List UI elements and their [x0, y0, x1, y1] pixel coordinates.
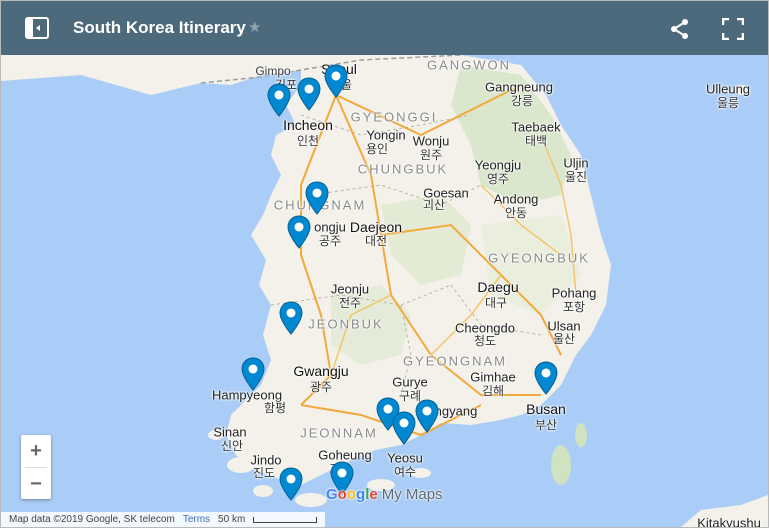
zoom-in-button[interactable]: + [21, 435, 51, 467]
terms-link[interactable]: Terms [183, 514, 210, 525]
label-gwangju: Gwangju [293, 363, 349, 379]
label-ulleung: Ulleung [705, 81, 751, 97]
label-hampyeong-kr: 함평 [263, 401, 287, 415]
label-yongin: Yongin [366, 127, 406, 143]
label-sinan-kr: 신안 [220, 439, 244, 453]
label-gyeongbuk: GYEONGBUK [488, 250, 590, 266]
label-taebaek-kr: 태백 [524, 134, 548, 148]
map-embed-frame: South Korea Itinerary ★ GANGWON GYEONGGI… [0, 0, 769, 528]
label-cheongdo: Cheongdo [455, 320, 515, 336]
scale-label: 50 km [218, 514, 246, 525]
label-daegu-kr: 대구 [484, 296, 508, 310]
label-gangwon: GANGWON [426, 57, 512, 73]
label-pohang: Pohang [551, 285, 597, 301]
label-pohang-kr: 포항 [562, 300, 586, 314]
label-jeonju-kr: 전주 [338, 296, 362, 310]
location-pin-icon[interactable] [297, 77, 321, 111]
fullscreen-icon[interactable] [722, 18, 744, 40]
side-panel-icon[interactable] [25, 17, 49, 39]
label-wonju-kr: 원주 [419, 148, 443, 162]
label-andong-kr: 안동 [504, 206, 528, 220]
label-sinan: Sinan [213, 424, 247, 440]
label-gyeongnam: GYEONGNAM [403, 353, 507, 369]
google-my-maps-logo: Google My Maps [326, 486, 443, 503]
label-yeongju: Yeongju [474, 157, 522, 173]
label-busan-kr: 부산 [534, 418, 558, 432]
label-gongju-kr: 공주 [318, 234, 342, 248]
label-jeonju: Jeonju [330, 281, 370, 297]
location-pin-icon[interactable] [305, 181, 329, 215]
zoom-out-button[interactable]: − [21, 468, 51, 500]
my-maps-logo-text: My Maps [381, 486, 443, 503]
label-daejeon: Daejeon [349, 219, 403, 235]
label-gimhae: Gimhae [470, 369, 516, 385]
label-daejeon-kr: 대전 [364, 234, 388, 248]
location-pin-icon[interactable] [241, 357, 265, 391]
label-jeonbuk: JEONBUK [308, 316, 384, 332]
location-pin-icon[interactable] [267, 83, 291, 117]
share-icon[interactable] [669, 18, 691, 40]
label-wonju: Wonju [412, 133, 450, 149]
label-jindo: Jindo [250, 452, 282, 468]
google-logo-text: Google [326, 486, 378, 503]
label-gangneung-kr: 강릉 [510, 94, 534, 108]
label-yeosu: Yeosu [387, 450, 423, 466]
label-jeonnam: JEONNAM [300, 425, 378, 441]
label-gimhae-kr: 김해 [481, 384, 505, 398]
label-taebaek: Taebaek [511, 119, 561, 135]
label-uljin: Uljin [563, 155, 589, 171]
location-pin-icon[interactable] [392, 411, 416, 445]
label-ulsan: Ulsan [547, 318, 581, 334]
label-kitakyushu: Kitakyushu [697, 515, 761, 528]
label-gimpo: Gimpo [255, 64, 291, 78]
map-canvas[interactable]: GANGWON GYEONGGI CHUNGBUK CHUNGNAM GYEON… [1, 55, 768, 527]
label-gwangyang: ngyang [434, 403, 478, 419]
location-pin-icon[interactable] [324, 64, 348, 98]
location-pin-icon[interactable] [534, 361, 558, 395]
label-incheon-kr: 인천 [296, 134, 320, 148]
label-yeosu-kr: 여수 [393, 465, 417, 479]
label-gyeonggi: GYEONGGI [350, 109, 438, 125]
map-basemap [1, 55, 768, 527]
star-icon[interactable]: ★ [248, 18, 261, 36]
map-footer: Map data ©2019 Google, SK telecom Terms … [1, 512, 326, 527]
zoom-controls: + − [21, 435, 51, 499]
label-uljin-kr: 울진 [564, 170, 588, 184]
label-cheongdo-kr: 청도 [473, 334, 497, 348]
label-goesan-kr: 괴산 [422, 198, 446, 212]
label-gwangju-kr: 광주 [309, 380, 333, 394]
location-pin-icon[interactable] [279, 301, 303, 335]
label-ulsan-kr: 울산 [552, 332, 576, 346]
label-goheung: Goheung [318, 447, 372, 463]
label-yongin-kr: 용인 [365, 142, 389, 156]
map-attribution: Map data ©2019 Google, SK telecom [9, 514, 175, 525]
label-yeongju-kr: 영주 [486, 172, 510, 186]
label-busan: Busan [526, 401, 566, 417]
label-incheon: Incheon [283, 117, 333, 133]
label-ulleung-kr: 울릉 [716, 96, 740, 110]
map-title: South Korea Itinerary [73, 18, 246, 37]
label-gongju: ongju [314, 219, 346, 235]
scale-bar [253, 516, 318, 523]
location-pin-icon[interactable] [287, 215, 311, 249]
location-pin-icon[interactable] [279, 467, 303, 501]
label-chungbuk: CHUNGBUK [357, 161, 449, 177]
label-daegu: Daegu [477, 279, 519, 295]
label-andong: Andong [493, 191, 539, 207]
label-jindo-kr: 진도 [252, 466, 276, 480]
label-gangneung: Gangneung [485, 79, 553, 95]
location-pin-icon[interactable] [415, 399, 439, 433]
map-header-bar: South Korea Itinerary ★ [1, 1, 768, 55]
label-gurye: Gurye [392, 374, 428, 390]
